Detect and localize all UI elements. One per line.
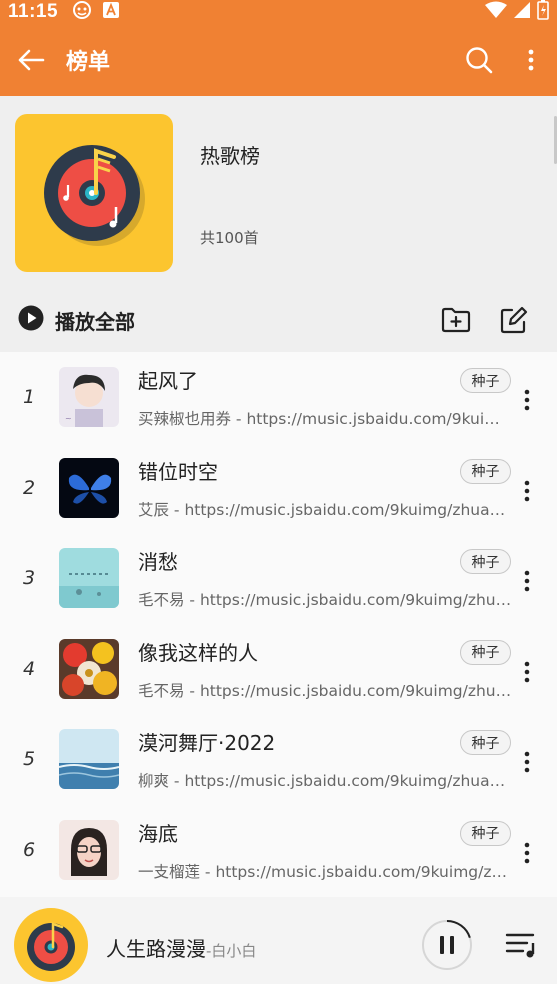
font-notification-icon	[102, 1, 120, 24]
song-index: 5	[22, 748, 36, 770]
pause-button[interactable]	[421, 919, 473, 971]
vinyl-music-icon	[27, 922, 75, 971]
status-time: 11:15	[8, 1, 59, 22]
song-row[interactable]: 5 漠河舞厅·2022 种子 柳爽 - https://music.jsbaid…	[0, 714, 557, 805]
song-index: 2	[22, 476, 36, 499]
now-playing-text: 人生路漫漫-白小白	[106, 933, 256, 962]
song-title: 漠河舞厅·2022	[138, 731, 276, 755]
song-thumbnail	[59, 638, 119, 699]
more-vertical-icon[interactable]	[508, 644, 546, 700]
song-row[interactable]: 4 像我这样的人 种子 毛不易 - https://music.jsbaidu.…	[0, 624, 557, 715]
page-title: 榜单	[66, 50, 111, 75]
song-title: 起风了	[138, 369, 198, 393]
song-row[interactable]: 3 消愁 种子 毛不易 - https://music.jsbaidu.com/…	[0, 533, 557, 624]
playlist-count: 共100首	[200, 229, 259, 247]
song-subtitle: 一支榴莲 - https://music.jsbaidu.com/9kuimg/…	[138, 862, 514, 881]
play-all-bar: 播放全部	[0, 292, 557, 348]
song-row[interactable]: 6 海底 种子 一支榴莲 - https://music.jsbaidu.com…	[0, 805, 557, 896]
edit-icon[interactable]	[485, 292, 543, 348]
song-tag: 种子	[460, 368, 511, 393]
song-tag: 种子	[460, 730, 511, 755]
song-title: 海底	[138, 821, 178, 846]
back-arrow-icon[interactable]	[0, 24, 62, 96]
song-list: 1 ~ 起风了 种子 买辣椒也用券 - https://music.jsbaid…	[0, 352, 557, 897]
song-tag: 种子	[460, 820, 511, 846]
song-title: 错位时空	[138, 459, 218, 484]
song-title: 消愁	[138, 550, 178, 574]
song-subtitle: 艾辰 - https://music.jsbaidu.com/9kuimg/zh…	[138, 500, 514, 519]
play-circle-icon	[17, 304, 45, 336]
song-index: 3	[22, 567, 36, 589]
song-subtitle: 柳爽 - https://music.jsbaidu.com/9kuimg/zh…	[138, 772, 514, 790]
song-row[interactable]: 2 错位时空 种子 艾辰 - https://music.jsbaidu.com…	[0, 443, 557, 534]
song-subtitle: 毛不易 - https://music.jsbaidu.com/9kuimg/z…	[138, 681, 514, 700]
playlist-cover	[15, 114, 173, 272]
song-thumbnail	[59, 548, 119, 608]
playlist-name: 热歌榜	[200, 144, 260, 168]
song-thumbnail	[59, 819, 119, 880]
song-tag: 种子	[460, 549, 511, 574]
more-vertical-icon[interactable]	[505, 24, 557, 96]
search-icon[interactable]	[453, 24, 505, 96]
play-all-button[interactable]: 播放全部	[17, 292, 135, 348]
song-tag: 种子	[460, 639, 511, 665]
now-playing-artist: -白小白	[206, 942, 257, 960]
song-index: 4	[22, 657, 36, 680]
mini-player[interactable]: 人生路漫漫-白小白	[0, 897, 557, 984]
song-index: 1	[22, 386, 36, 408]
song-subtitle: 毛不易 - https://music.jsbaidu.com/9kuimg/z…	[138, 591, 514, 609]
signal-icon	[513, 1, 531, 24]
more-vertical-icon[interactable]	[508, 825, 546, 881]
svg-text:~: ~	[65, 414, 72, 423]
song-index: 6	[22, 838, 36, 861]
song-thumbnail	[59, 729, 119, 789]
battery-icon	[537, 0, 549, 25]
wifi-icon	[485, 1, 507, 24]
more-vertical-icon[interactable]	[508, 463, 546, 519]
more-vertical-icon[interactable]	[508, 372, 546, 428]
now-playing-cover[interactable]	[14, 908, 88, 982]
app-notification-icon	[72, 0, 92, 25]
more-vertical-icon[interactable]	[508, 553, 546, 609]
playlist-header: 热歌榜 共100首 播放全部	[0, 96, 557, 352]
more-vertical-icon[interactable]	[508, 734, 546, 790]
song-thumbnail	[59, 457, 119, 518]
now-playing-title: 人生路漫漫	[106, 937, 206, 961]
playlist-queue-icon[interactable]	[500, 925, 544, 965]
pause-icon	[440, 936, 454, 954]
add-folder-icon[interactable]	[427, 292, 485, 348]
play-all-label: 播放全部	[55, 309, 135, 334]
song-thumbnail: ~	[59, 367, 119, 427]
song-row[interactable]: 1 ~ 起风了 种子 买辣椒也用券 - https://music.jsbaid…	[0, 352, 557, 443]
song-title: 像我这样的人	[138, 640, 258, 665]
song-tag: 种子	[460, 458, 511, 484]
status-bar: 11:15	[0, 0, 557, 24]
vinyl-music-icon	[44, 145, 145, 246]
app-bar: 榜单	[0, 24, 557, 96]
song-subtitle: 买辣椒也用券 - https://music.jsbaidu.com/9kuim…	[138, 410, 514, 428]
